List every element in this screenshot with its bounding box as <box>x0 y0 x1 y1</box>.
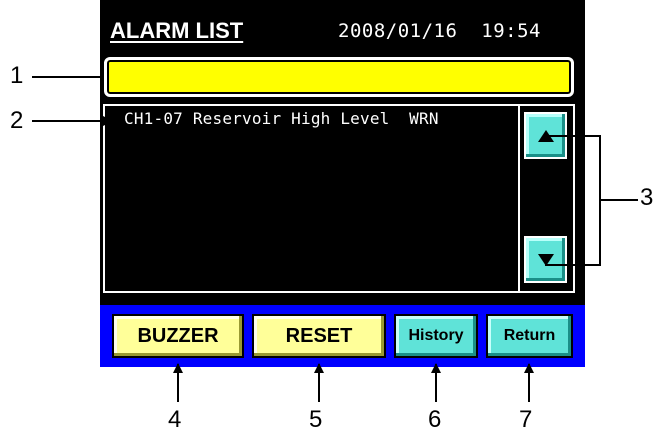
alarm-list-item[interactable]: CH1-07 Reservoir High Level WRN <box>124 109 439 128</box>
callout-1-label: 1 <box>10 62 24 89</box>
screen-title: ALARM LIST <box>110 18 244 43</box>
datetime-display: 2008/01/16 19:54 <box>338 20 541 42</box>
status-bar <box>104 57 574 97</box>
callout-5-label: 5 <box>309 406 323 433</box>
alarm-list-panel <box>103 104 575 293</box>
return-button[interactable]: Return <box>486 314 573 358</box>
callout-2-label: 2 <box>10 107 24 134</box>
scroll-down-button[interactable] <box>524 236 567 283</box>
scroll-up-button[interactable] <box>524 112 567 159</box>
history-button[interactable]: History <box>394 314 478 358</box>
reset-button[interactable]: RESET <box>252 314 386 358</box>
callout-6-label: 6 <box>428 406 442 433</box>
callout-3-label: 3 <box>640 184 654 211</box>
triangle-down-icon <box>537 253 554 266</box>
buzzer-button[interactable]: BUZZER <box>112 314 244 358</box>
callout-7-label: 7 <box>519 406 533 433</box>
callout-4-label: 4 <box>168 406 182 433</box>
triangle-up-icon <box>537 129 554 142</box>
